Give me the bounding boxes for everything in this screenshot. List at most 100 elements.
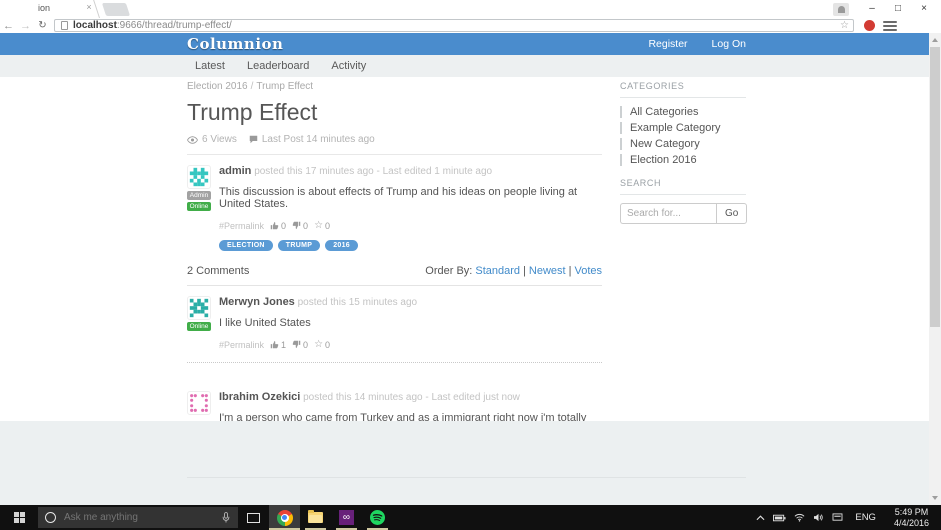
comments-header: 2 Comments Order By: Standard|Newest|Vot… [187,265,602,286]
cortana-search[interactable] [38,507,238,528]
maximize-button[interactable]: □ [885,0,911,18]
scroll-up-icon[interactable] [932,38,938,42]
post-author[interactable]: admin [219,165,251,177]
thumbs-up-icon [270,340,279,349]
page-icon [61,21,68,30]
star-button[interactable]: ☆ 0 [314,220,330,231]
system-tray: ENG 5:49 PM 4/4/2016 [756,505,941,530]
taskbar-explorer[interactable] [300,505,331,530]
wifi-icon[interactable] [794,513,805,522]
scrollbar[interactable] [929,33,941,505]
category-election-2016[interactable]: Election 2016 [620,154,746,166]
tags-row: ELECTION TRUMP 2016 [219,240,602,251]
new-tab-button[interactable] [102,3,130,16]
site-logo[interactable]: Columnion [187,35,283,53]
permalink-link[interactable]: #Permalink [219,340,264,350]
browser-toolbar: ← → ↻ localhost:9666/thread/trump-effect… [0,18,941,33]
taskbar-spotify[interactable] [362,505,393,530]
permalink-link[interactable]: #Permalink [219,221,264,231]
action-center-icon[interactable] [832,513,843,522]
nav-item-latest[interactable]: Latest [195,60,225,72]
order-votes-link[interactable]: Votes [574,265,602,277]
comment-author[interactable]: Merwyn Jones [219,296,295,308]
minimize-button[interactable]: – [859,0,885,18]
site-navbar: Columnion Register Log On [0,33,929,55]
last-post-time: Last Post 14 minutes ago [262,134,375,145]
order-newest-link[interactable]: Newest [529,265,566,277]
main-column: Election 2016/Trump Effect Trump Effect … [187,77,602,470]
order-standard-link[interactable]: Standard [475,265,520,277]
reload-icon[interactable]: ↻ [34,20,51,31]
comment-author[interactable]: Ibrahim Ozekici [219,391,300,403]
task-view-button[interactable] [238,505,269,530]
dislike-button[interactable]: 0 [292,221,308,231]
views-count: 6 Views [202,134,237,145]
online-badge: Online [187,202,211,211]
chrome-icon [277,510,293,526]
profile-icon[interactable] [833,3,849,16]
dislike-count: 0 [303,221,308,231]
like-button[interactable]: 0 [270,221,286,231]
spotify-icon [370,510,385,525]
close-button[interactable]: × [911,0,937,18]
tag-trump[interactable]: TRUMP [278,240,320,251]
divider [620,97,746,98]
tag-election[interactable]: ELECTION [219,240,273,251]
avatar [187,165,211,189]
web-page: Columnion Register Log On Latest Leaderb… [0,33,929,505]
register-link[interactable]: Register [648,38,687,50]
tag-2016[interactable]: 2016 [325,240,358,251]
visual-studio-icon: ∞ [339,510,354,525]
page-title: Trump Effect [187,99,602,126]
scrollbar-thumb[interactable] [930,47,940,327]
category-all[interactable]: All Categories [620,106,746,118]
search-input[interactable] [620,203,716,224]
star-button[interactable]: ☆ 0 [314,339,330,350]
logon-link[interactable]: Log On [712,38,746,50]
site-footer [0,421,929,505]
like-button[interactable]: 1 [270,340,286,350]
clock[interactable]: 5:49 PM 4/4/2016 [888,507,935,529]
window-controls: – □ × [833,0,937,18]
taskbar-chrome[interactable] [269,505,300,530]
thumbs-down-icon [292,340,301,349]
avatar [187,296,211,320]
address-bar[interactable]: localhost:9666/thread/trump-effect/ ☆ [54,19,854,32]
language-indicator[interactable]: ENG [851,512,880,523]
star-icon: ☆ [314,339,323,350]
breadcrumb-category[interactable]: Election 2016 [187,81,248,92]
search-go-button[interactable]: Go [716,203,747,224]
url-text: localhost:9666/thread/trump-effect/ [73,20,232,31]
category-example[interactable]: Example Category [620,122,746,134]
nav-item-activity[interactable]: Activity [331,60,366,72]
categories-heading: CATEGORIES [620,81,746,91]
comment-divider [187,362,602,363]
browser-menu-icon[interactable] [883,21,897,31]
eye-icon [187,136,198,144]
scroll-down-icon[interactable] [932,496,938,500]
divider [187,154,602,155]
star-count: 0 [325,221,330,231]
taskbar: ∞ [0,505,941,530]
category-new[interactable]: New Category [620,138,746,150]
breadcrumb: Election 2016/Trump Effect [187,81,602,92]
speaker-icon[interactable] [813,513,824,522]
taskbar-search-input[interactable] [64,512,221,523]
start-button[interactable] [0,505,38,530]
nav-item-leaderboard[interactable]: Leaderboard [247,60,309,72]
forward-icon[interactable]: → [17,20,34,32]
windows-logo-icon [14,512,25,523]
battery-icon[interactable] [773,514,786,522]
back-icon[interactable]: ← [0,20,17,32]
star-count: 0 [325,340,330,350]
tray-expand-icon[interactable] [756,515,765,521]
thumbs-down-icon [292,221,301,230]
tab-title: ion [38,3,50,13]
adblock-extension-icon[interactable] [864,20,875,31]
taskbar-visual-studio[interactable]: ∞ [331,505,362,530]
bookmark-star-icon[interactable]: ☆ [840,20,849,31]
tab-close-icon[interactable]: × [84,2,94,12]
url-path: :9666/thread/trump-effect/ [117,20,232,31]
site-subnav: Latest Leaderboard Activity [0,55,929,77]
dislike-button[interactable]: 0 [292,340,308,350]
